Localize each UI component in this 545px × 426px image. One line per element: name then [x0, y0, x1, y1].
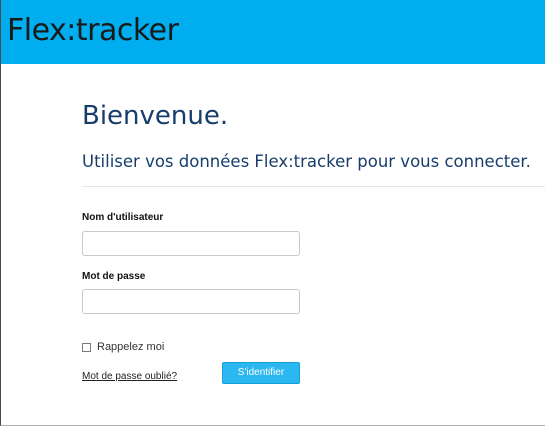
login-button[interactable]: S'identifier — [222, 362, 300, 384]
password-label: Mot de passe — [82, 271, 146, 282]
section-divider — [82, 186, 545, 187]
username-input[interactable] — [82, 231, 300, 256]
login-page: Flex:tracker Bienvenue. Utiliser vos don… — [0, 0, 545, 426]
username-label: Nom d'utilisateur — [82, 212, 164, 223]
brand-logo: Flex:tracker — [7, 13, 179, 48]
remember-me-checkbox[interactable] — [82, 342, 91, 352]
remember-me-label[interactable]: Rappelez moi — [97, 340, 164, 354]
forgot-password-link[interactable]: Mot de passe oublié? — [82, 370, 177, 384]
top-banner: Flex:tracker — [1, 0, 545, 64]
remember-me-row[interactable]: Rappelez moi — [82, 340, 164, 354]
welcome-title: Bienvenue. — [82, 101, 229, 131]
password-input[interactable] — [82, 289, 300, 314]
welcome-subtitle: Utiliser vos données Flex:tracker pour v… — [82, 152, 531, 171]
